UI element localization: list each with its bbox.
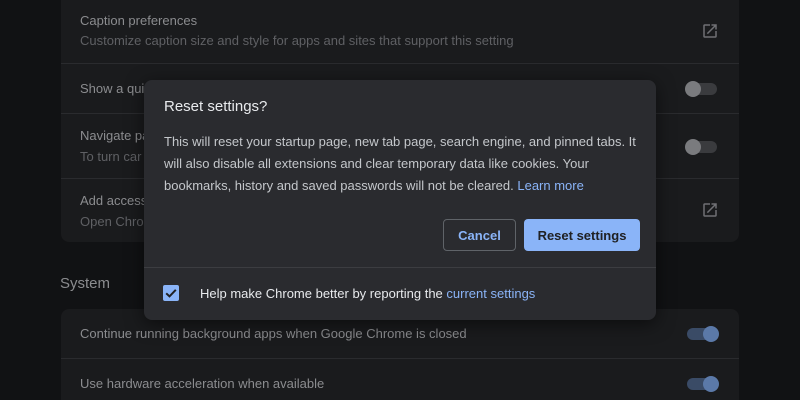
reset-settings-dialog: Reset settings? This will reset your sta… bbox=[144, 80, 656, 320]
report-checkbox-label: Help make Chrome better by reporting the… bbox=[200, 286, 535, 301]
dialog-body: This will reset your startup page, new t… bbox=[164, 131, 640, 197]
row-title: Continue running background apps when Go… bbox=[80, 326, 467, 341]
toggle-knob bbox=[685, 139, 701, 155]
dialog-title: Reset settings? bbox=[164, 98, 268, 115]
toggle-switch[interactable] bbox=[685, 81, 717, 97]
caption-preferences-row[interactable]: Caption preferences Customize caption si… bbox=[61, 0, 739, 63]
settings-page: Caption preferences Customize caption si… bbox=[0, 0, 800, 400]
row-title: Show a qui bbox=[80, 81, 145, 96]
reset-settings-button[interactable]: Reset settings bbox=[524, 219, 640, 251]
open-in-new-icon[interactable] bbox=[701, 22, 719, 40]
cancel-button[interactable]: Cancel bbox=[443, 219, 516, 251]
dialog-divider bbox=[144, 267, 656, 268]
report-text: Help make Chrome better by reporting the bbox=[200, 286, 443, 301]
row-subtitle: To turn car bbox=[80, 149, 142, 164]
row-subtitle: Customize caption size and style for app… bbox=[80, 33, 514, 48]
row-title: Navigate pa bbox=[80, 128, 150, 143]
system-card: Continue running background apps when Go… bbox=[61, 309, 739, 400]
toggle-knob bbox=[685, 81, 701, 97]
open-in-new-icon[interactable] bbox=[701, 201, 719, 219]
system-section-heading: System bbox=[60, 275, 111, 292]
checkmark-icon bbox=[165, 289, 177, 298]
row-title: Caption preferences bbox=[80, 13, 198, 28]
row-title: Add access bbox=[80, 193, 148, 208]
hardware-acceleration-row[interactable]: Use hardware acceleration when available bbox=[61, 358, 739, 400]
row-title: Use hardware acceleration when available bbox=[80, 376, 325, 391]
current-settings-link[interactable]: current settings bbox=[446, 286, 535, 301]
toggle-switch[interactable] bbox=[685, 139, 717, 155]
toggle-switch[interactable] bbox=[687, 326, 719, 342]
toggle-knob bbox=[703, 376, 719, 392]
report-checkbox[interactable] bbox=[163, 285, 179, 301]
toggle-knob bbox=[703, 326, 719, 342]
toggle-switch[interactable] bbox=[687, 376, 719, 392]
learn-more-link[interactable]: Learn more bbox=[517, 178, 583, 193]
